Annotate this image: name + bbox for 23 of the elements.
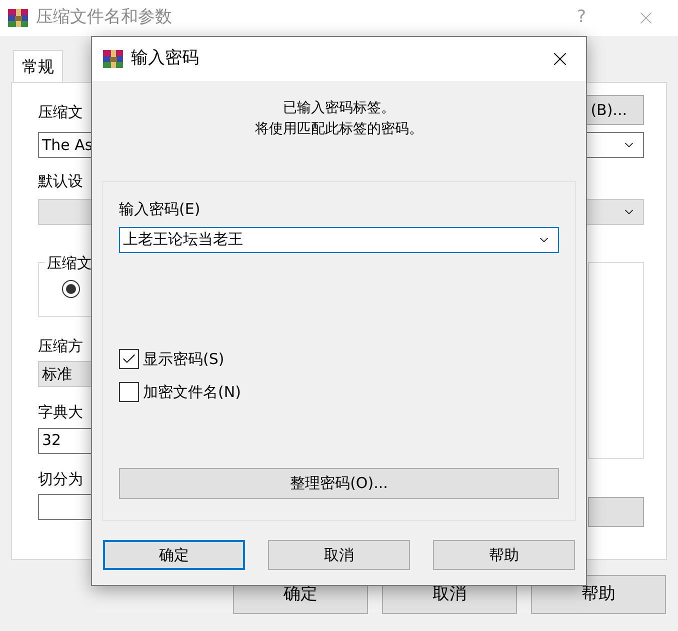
dialog-button[interactable]: 取消	[268, 540, 410, 570]
message-text: 将使用匹配此标签的密码。	[255, 120, 423, 139]
dialog-title: 输入密码	[131, 47, 199, 70]
window-title: 压缩文件名和参数	[36, 6, 172, 30]
radio-button[interactable]	[62, 280, 80, 298]
password-field[interactable]: 上老王论坛当老王	[119, 226, 559, 252]
dictionary-label: 字典大	[38, 402, 84, 423]
checkbox-label: 显示密码(S)	[143, 348, 224, 370]
split-label: 切分为	[38, 468, 84, 490]
checkbox[interactable]	[119, 382, 139, 402]
password-label: 输入密码(E)	[119, 199, 200, 220]
stacked-books-icon	[8, 9, 28, 27]
profile-label: 默认设	[38, 171, 84, 192]
tab[interactable]: 常规	[13, 50, 63, 82]
dialog-button[interactable]: 确定	[103, 540, 245, 570]
archive-name-label: 压缩文	[38, 102, 83, 122]
dialog-button[interactable]: 帮助	[433, 540, 575, 570]
message-text: 已输入密码标签。	[283, 99, 395, 118]
checkbox[interactable]	[119, 348, 139, 369]
method-label: 压缩方	[38, 336, 84, 356]
organize-passwords-button[interactable]: 整理密码(O)...	[119, 468, 559, 499]
checkbox-label: 加密文件名(N)	[143, 382, 241, 403]
stacked-books-icon	[103, 50, 123, 68]
